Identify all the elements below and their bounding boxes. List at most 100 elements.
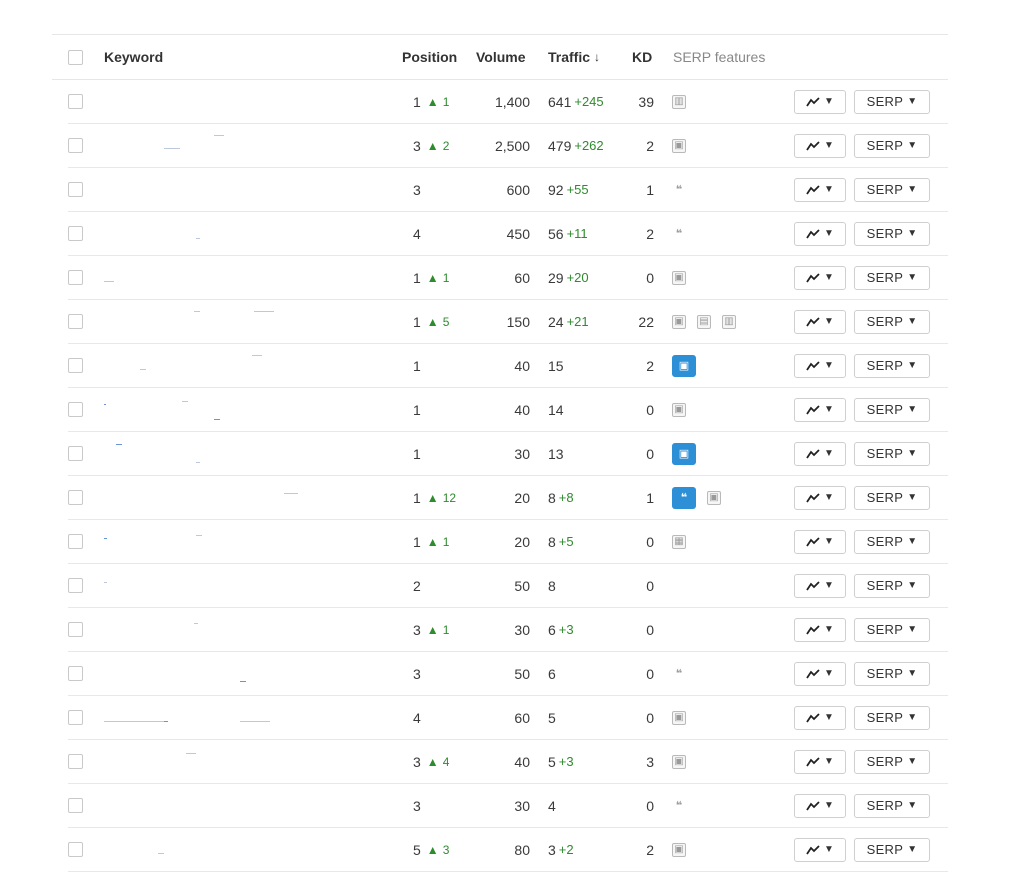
row-checkbox[interactable] bbox=[68, 622, 83, 637]
trend-button[interactable]: ▼ bbox=[794, 661, 846, 686]
serp-button[interactable]: SERP ▼ bbox=[854, 353, 930, 378]
row-checkbox[interactable] bbox=[68, 666, 83, 681]
row-checkbox[interactable] bbox=[68, 446, 83, 461]
trend-button[interactable]: ▼ bbox=[794, 221, 846, 246]
keyword-cell[interactable] bbox=[104, 828, 334, 871]
serp-button[interactable]: SERP ▼ bbox=[854, 133, 930, 158]
keyword-cell[interactable] bbox=[104, 344, 334, 387]
keyword-cell[interactable] bbox=[104, 520, 334, 563]
traffic-delta: +3 bbox=[558, 622, 574, 637]
serp-button[interactable]: SERP ▼ bbox=[854, 309, 930, 334]
serp-button[interactable]: SERP ▼ bbox=[854, 221, 930, 246]
keyword-cell[interactable] bbox=[104, 212, 334, 255]
header-volume[interactable]: Volume bbox=[476, 35, 526, 79]
trend-button[interactable]: ▼ bbox=[794, 177, 846, 202]
trend-button[interactable]: ▼ bbox=[794, 529, 846, 554]
row-checkbox[interactable] bbox=[68, 798, 83, 813]
row-checkbox[interactable] bbox=[68, 578, 83, 593]
serp-button[interactable]: SERP ▼ bbox=[854, 441, 930, 466]
serp-button[interactable]: SERP ▼ bbox=[854, 529, 930, 554]
trend-button[interactable]: ▼ bbox=[794, 793, 846, 818]
row-checkbox[interactable] bbox=[68, 842, 83, 857]
keyword-cell[interactable] bbox=[104, 124, 334, 167]
row-checkbox[interactable] bbox=[68, 138, 83, 153]
trend-button[interactable]: ▼ bbox=[794, 309, 846, 334]
trend-button[interactable]: ▼ bbox=[794, 837, 846, 862]
serp-button[interactable]: SERP ▼ bbox=[854, 89, 930, 114]
keyword-cell[interactable] bbox=[104, 608, 334, 651]
serp-button[interactable]: SERP ▼ bbox=[854, 177, 930, 202]
traffic-delta: +55 bbox=[566, 182, 589, 197]
featured-snippet-icon[interactable]: ❝ bbox=[672, 486, 696, 509]
trend-button[interactable]: ▼ bbox=[794, 353, 846, 378]
keyword-cell[interactable] bbox=[104, 696, 334, 739]
serp-button[interactable]: SERP ▼ bbox=[854, 265, 930, 290]
image-pack-icon[interactable]: ▣ bbox=[672, 442, 696, 465]
trend-button[interactable]: ▼ bbox=[794, 705, 846, 730]
row-checkbox[interactable] bbox=[68, 402, 83, 417]
serp-button[interactable]: SERP ▼ bbox=[854, 617, 930, 642]
chevron-down-icon: ▼ bbox=[824, 580, 834, 591]
row-checkbox[interactable] bbox=[68, 534, 83, 549]
redacted-keyword bbox=[284, 493, 298, 495]
serp-button[interactable]: SERP ▼ bbox=[854, 705, 930, 730]
trend-button[interactable]: ▼ bbox=[794, 89, 846, 114]
header-kd[interactable]: KD bbox=[632, 35, 652, 79]
volume-cell: 30 bbox=[514, 621, 530, 638]
keyword-cell[interactable] bbox=[104, 564, 334, 607]
keyword-cell[interactable] bbox=[104, 432, 334, 475]
table-row: 3 ▲ 2 2,500 479 +262 2 ▣ ▼ SERP ▼ bbox=[68, 124, 948, 168]
trend-button[interactable]: ▼ bbox=[794, 397, 846, 422]
keyword-cell[interactable] bbox=[104, 80, 334, 123]
serp-button[interactable]: SERP ▼ bbox=[854, 837, 930, 862]
row-checkbox[interactable] bbox=[68, 358, 83, 373]
volume-cell: 40 bbox=[514, 401, 530, 418]
position-value: 1 bbox=[413, 533, 421, 550]
trend-button[interactable]: ▼ bbox=[794, 265, 846, 290]
row-checkbox[interactable] bbox=[68, 182, 83, 197]
trend-button[interactable]: ▼ bbox=[794, 441, 846, 466]
header-keyword[interactable]: Keyword bbox=[104, 35, 163, 79]
serp-button[interactable]: SERP ▼ bbox=[854, 661, 930, 686]
keyword-cell[interactable] bbox=[104, 784, 334, 827]
position-change: 12 bbox=[442, 490, 457, 505]
image-pack-icon[interactable]: ▣ bbox=[672, 354, 696, 377]
table-row: 5 ▲ 3 80 3 +2 2 ▣ ▼ SERP ▼ bbox=[68, 828, 948, 872]
row-checkbox[interactable] bbox=[68, 94, 83, 109]
chevron-down-icon: ▼ bbox=[824, 536, 834, 547]
serp-button[interactable]: SERP ▼ bbox=[854, 573, 930, 598]
serp-button[interactable]: SERP ▼ bbox=[854, 793, 930, 818]
trend-button[interactable]: ▼ bbox=[794, 485, 846, 510]
row-checkbox-cell bbox=[68, 608, 83, 651]
trend-button[interactable]: ▼ bbox=[794, 133, 846, 158]
trend-button[interactable]: ▼ bbox=[794, 749, 846, 774]
keyword-cell[interactable] bbox=[104, 740, 334, 783]
serp-button[interactable]: SERP ▼ bbox=[854, 397, 930, 422]
traffic-cell: 5 bbox=[548, 696, 556, 739]
keyword-cell[interactable] bbox=[104, 388, 334, 431]
header-traffic[interactable]: Traffic ↓ bbox=[548, 35, 600, 79]
row-checkbox[interactable] bbox=[68, 754, 83, 769]
position-change: 2 bbox=[442, 138, 450, 153]
redacted-keyword bbox=[104, 404, 106, 406]
trend-chart-icon bbox=[806, 404, 820, 414]
trend-button[interactable]: ▼ bbox=[794, 573, 846, 598]
row-checkbox[interactable] bbox=[68, 270, 83, 285]
row-checkbox[interactable] bbox=[68, 314, 83, 329]
serp-button[interactable]: SERP ▼ bbox=[854, 749, 930, 774]
select-all-checkbox[interactable] bbox=[68, 49, 83, 65]
serp-button-label: SERP bbox=[866, 842, 904, 857]
row-checkbox[interactable] bbox=[68, 226, 83, 241]
trend-button[interactable]: ▼ bbox=[794, 617, 846, 642]
keyword-cell[interactable] bbox=[104, 168, 334, 211]
serp-button[interactable]: SERP ▼ bbox=[854, 485, 930, 510]
trend-chart-icon bbox=[806, 668, 820, 678]
keyword-cell[interactable] bbox=[104, 652, 334, 695]
row-checkbox[interactable] bbox=[68, 710, 83, 725]
row-checkbox[interactable] bbox=[68, 490, 83, 505]
serp-features-cell: ❝ ▣ bbox=[672, 476, 721, 519]
keyword-cell[interactable] bbox=[104, 300, 334, 343]
keyword-cell[interactable] bbox=[104, 256, 334, 299]
header-position[interactable]: Position bbox=[402, 35, 457, 79]
keyword-cell[interactable] bbox=[104, 476, 334, 519]
